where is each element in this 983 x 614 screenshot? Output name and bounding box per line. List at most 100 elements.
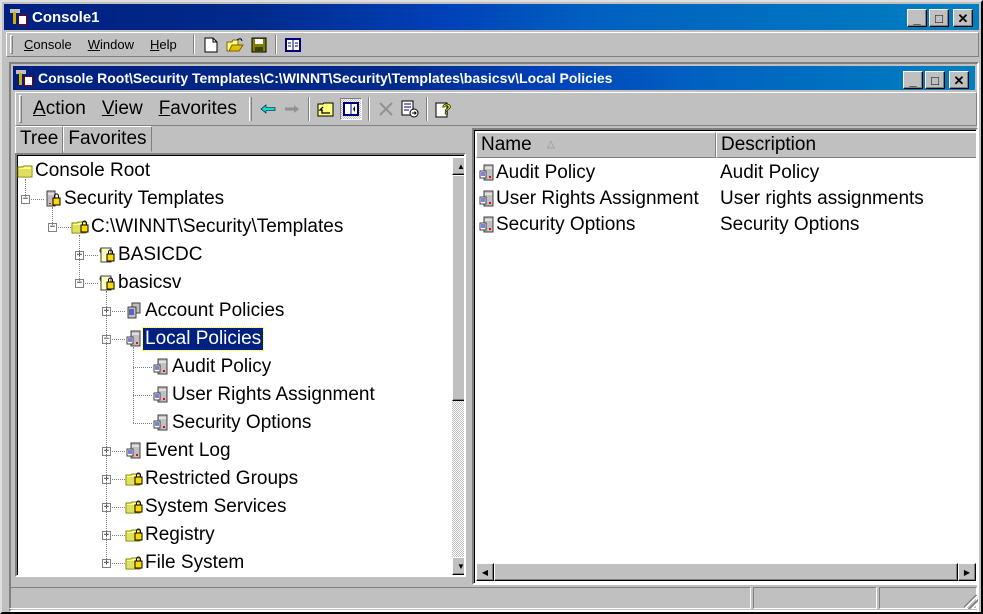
security-template-icon [98, 274, 116, 292]
svg-text:?: ? [442, 101, 451, 118]
tree-node-label[interactable]: Security Options [170, 412, 313, 434]
status-panel-1 [9, 587, 751, 609]
tree-node[interactable]: Restricted Groups [125, 465, 300, 493]
delete-icon[interactable] [376, 99, 396, 119]
tree-node[interactable]: Security Options [152, 409, 313, 437]
tree-node[interactable]: Account Policies [125, 297, 286, 325]
policy-icon [478, 190, 496, 208]
tree-connector [133, 367, 152, 368]
menu-window[interactable]: Window [80, 37, 142, 52]
tree-node[interactable]: Event Log [125, 437, 233, 465]
tree-connector [133, 347, 134, 423]
column-header-description[interactable]: Description [716, 132, 976, 158]
tree-scroll-thumb[interactable] [452, 175, 464, 401]
maximize-button[interactable]: □ [929, 9, 949, 27]
list-item-name: Audit Policy [496, 162, 596, 183]
tree-connector [133, 395, 152, 396]
new-document-icon[interactable] [201, 35, 221, 55]
tree-node[interactable]: C:\WINNT\Security\Templates [71, 213, 345, 241]
policy-icon [152, 386, 170, 404]
toolbar-separator [425, 97, 428, 121]
console-child-window: Console Root\Security Templates\C:\WINNT… [9, 62, 979, 612]
back-arrow-icon[interactable] [258, 99, 278, 119]
menu-view[interactable]: View [94, 98, 151, 120]
tree-connector [133, 423, 152, 424]
toolbar-separator [307, 97, 310, 121]
child-close-button[interactable]: ✕ [949, 71, 969, 89]
tree-node[interactable]: Registry [125, 521, 217, 549]
tree-node-label[interactable]: User Rights Assignment [170, 384, 377, 406]
tree-node[interactable]: BASICDC [98, 241, 204, 269]
scroll-up-button[interactable]: ▲ [452, 157, 464, 175]
toolbar-separator [192, 35, 195, 54]
tree-node-label[interactable]: BASICDC [116, 244, 204, 266]
action-grip[interactable] [19, 95, 22, 123]
main-title-bar[interactable]: Console1 _ □ ✕ [4, 4, 979, 30]
list-item-name: Security Options [496, 214, 636, 235]
menu-help[interactable]: Help [142, 37, 185, 52]
tree-node[interactable]: Console Root [17, 157, 152, 185]
policy-icon [125, 330, 143, 348]
tree-node-label[interactable]: C:\WINNT\Security\Templates [89, 216, 345, 238]
tree-node-label[interactable]: Local Policies [141, 327, 265, 351]
tree-node-label[interactable]: Event Log [143, 440, 233, 462]
tree-vertical-scrollbar[interactable]: ▲ ▼ [452, 157, 464, 575]
tab-tree[interactable]: Tree [15, 126, 64, 154]
scroll-right-button[interactable]: ▶ [958, 563, 976, 581]
tree-node[interactable]: File System [125, 549, 246, 575]
tree-node[interactable]: Local Policies [125, 325, 265, 353]
tree-node-label[interactable]: Registry [143, 524, 217, 546]
show-hide-tree-icon[interactable] [339, 98, 362, 120]
policy-icon [478, 216, 496, 234]
tab-favorites[interactable]: Favorites [63, 126, 152, 152]
menu-action[interactable]: Action [25, 98, 94, 120]
help-icon[interactable]: ? [434, 99, 454, 119]
scroll-left-button[interactable]: ◀ [476, 563, 494, 581]
show-hide-console-tree-icon[interactable] [283, 35, 303, 55]
child-title-bar[interactable]: Console Root\Security Templates\C:\WINNT… [13, 66, 975, 90]
tree-node-label[interactable]: Restricted Groups [143, 468, 300, 490]
list-item[interactable]: Audit Policy Audit Policy [478, 160, 819, 186]
security-template-icon [98, 246, 116, 264]
tree-node-label[interactable]: System Services [143, 496, 288, 518]
status-bar [9, 587, 979, 609]
tree-node[interactable]: basicsv [98, 269, 183, 297]
tree-node[interactable]: Security Templates [44, 185, 226, 213]
tree-node-label[interactable]: Security Templates [62, 188, 226, 210]
export-list-icon[interactable] [400, 99, 420, 119]
child-minimize-button[interactable]: _ [903, 71, 923, 89]
scroll-down-button[interactable]: ▼ [452, 557, 464, 575]
tree-connector [106, 291, 107, 563]
list-item-name: User Rights Assignment [496, 188, 699, 209]
action-toolbar: Action View Favorites ? [15, 92, 977, 126]
tree-node[interactable]: System Services [125, 493, 288, 521]
list-item[interactable]: Security Options Security Options [478, 212, 859, 238]
menu-favorites[interactable]: Favorites [151, 98, 245, 120]
tree-node-label[interactable]: basicsv [116, 272, 183, 294]
tree-node-label[interactable]: File System [143, 552, 246, 574]
open-folder-icon[interactable] [225, 35, 245, 55]
list-scroll-thumb[interactable] [494, 563, 958, 581]
menu-grip[interactable] [10, 35, 13, 54]
column-header-name[interactable]: Name △ [476, 132, 716, 158]
security-templates-icon [44, 190, 62, 208]
child-maximize-button[interactable]: □ [925, 71, 945, 89]
tree-node-label[interactable]: Console Root [33, 160, 152, 182]
up-one-level-icon[interactable] [316, 99, 336, 119]
tree-connector [79, 235, 80, 283]
tree-node-label[interactable]: Audit Policy [170, 356, 273, 378]
minimize-button[interactable]: _ [907, 9, 927, 27]
tree-node-label[interactable]: Account Policies [143, 300, 286, 322]
tree-node[interactable]: Audit Policy [152, 353, 273, 381]
resize-grip[interactable] [964, 595, 978, 609]
tree-node[interactable]: User Rights Assignment [152, 381, 377, 409]
list-item-description: Security Options [720, 214, 860, 235]
close-button[interactable]: ✕ [953, 9, 973, 27]
forward-arrow-icon[interactable] [282, 99, 302, 119]
tree-connector [25, 179, 26, 199]
menu-console[interactable]: Console [16, 37, 80, 52]
save-icon[interactable] [249, 35, 269, 55]
main-window-title: Console1 [32, 8, 100, 26]
list-horizontal-scrollbar[interactable]: ◀ ▶ [476, 563, 976, 581]
list-item[interactable]: User Rights Assignment User rights assign… [478, 186, 924, 212]
